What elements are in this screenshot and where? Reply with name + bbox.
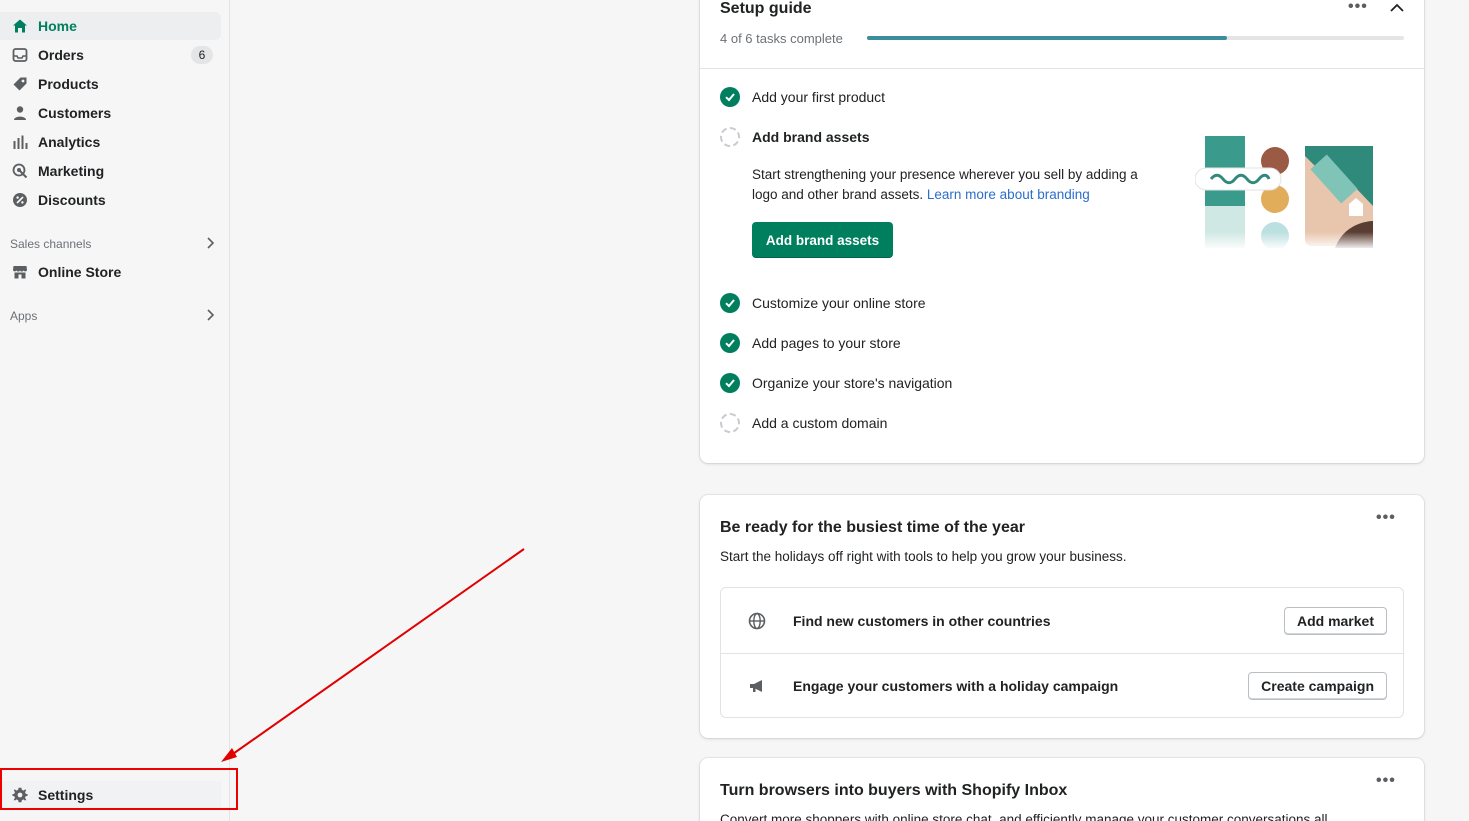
create-campaign-button[interactable]: Create campaign (1248, 671, 1387, 700)
sales-channels-label: Sales channels (10, 237, 92, 251)
chevron-right-icon (205, 308, 215, 324)
bar-chart-icon (12, 134, 28, 150)
sidebar-item-label: Home (38, 18, 77, 34)
more-actions-icon[interactable]: ••• (1376, 772, 1396, 790)
checkmark-icon (720, 293, 740, 313)
apps-header[interactable]: Apps (10, 306, 215, 326)
learn-more-branding-link[interactable]: Learn more about branding (927, 187, 1090, 202)
sales-channels-header[interactable]: Sales channels (10, 234, 215, 254)
sidebar-item-label: Discounts (38, 192, 106, 208)
sidebar-item-home[interactable]: Home (0, 12, 221, 40)
more-actions-icon[interactable]: ••• (1376, 509, 1396, 527)
add-market-button[interactable]: Add market (1283, 606, 1387, 635)
target-icon (12, 163, 28, 179)
sidebar-item-label: Customers (38, 105, 112, 121)
checkmark-icon (720, 87, 740, 107)
list-item: Engage your customers with a holiday cam… (721, 653, 1403, 718)
progress-text: 4 of 6 tasks complete (720, 31, 843, 46)
setup-guide-title: Setup guide (720, 0, 812, 17)
apps-label: Apps (10, 309, 38, 323)
inbox-card: Turn browsers into buyers with Shopify I… (700, 758, 1424, 821)
row-label: Engage your customers with a holiday cam… (793, 677, 1119, 694)
home-icon (12, 18, 28, 34)
sidebar-item-orders[interactable]: Orders 6 (0, 41, 221, 69)
setup-guide-card: Setup guide ••• 4 of 6 tasks complete Ad… (700, 0, 1424, 463)
megaphone-icon (747, 676, 767, 696)
task-label: Customize your online store (752, 295, 926, 311)
holiday-card: Be ready for the busiest time of the yea… (700, 495, 1424, 738)
incomplete-circle-icon (720, 127, 740, 147)
inbox-card-title: Turn browsers into buyers with Shopify I… (720, 782, 1068, 799)
sidebar-item-marketing[interactable]: Marketing (0, 157, 221, 185)
brand-assets-description: Start strengthening your presence wherev… (752, 165, 1162, 205)
holiday-actions-list: Find new customers in other countries Ad… (720, 587, 1404, 718)
progress-bar (867, 36, 1404, 40)
task-label: Add a custom domain (752, 415, 888, 431)
sidebar-item-label: Orders (38, 47, 84, 63)
holiday-card-title: Be ready for the busiest time of the yea… (720, 519, 1025, 536)
task-add-pages[interactable]: Add pages to your store (720, 332, 901, 354)
sidebar-item-online-store[interactable]: Online Store (0, 258, 221, 286)
sidebar-item-label: Online Store (38, 264, 122, 280)
row-label: Find new customers in other countries (793, 612, 1051, 629)
checkmark-icon (720, 333, 740, 353)
task-add-custom-domain[interactable]: Add a custom domain (720, 412, 887, 434)
task-label: Add your first product (752, 89, 886, 105)
task-label: Add brand assets (752, 129, 870, 145)
brand-assets-illustration (1195, 136, 1385, 248)
incomplete-circle-icon (720, 413, 740, 433)
orders-count-badge: 6 (191, 46, 213, 64)
orders-icon (12, 47, 28, 63)
chevron-up-icon[interactable] (1390, 0, 1404, 18)
inbox-card-text: Convert more shoppers with online store … (720, 812, 1328, 821)
sidebar-item-products[interactable]: Products (0, 70, 221, 98)
list-item: Find new customers in other countries Ad… (721, 588, 1403, 653)
sidebar-item-analytics[interactable]: Analytics (0, 128, 221, 156)
sidebar-item-customers[interactable]: Customers (0, 99, 221, 127)
task-label: Organize your store's navigation (752, 375, 953, 391)
sidebar-item-label: Analytics (38, 134, 101, 150)
checkmark-icon (720, 373, 740, 393)
task-label: Add pages to your store (752, 335, 901, 351)
sidebar-item-label: Products (38, 76, 99, 92)
sidebar-item-discounts[interactable]: Discounts (0, 186, 221, 214)
chevron-right-icon (205, 236, 215, 252)
progress-bar-fill (867, 36, 1227, 40)
add-brand-assets-button[interactable]: Add brand assets (752, 222, 893, 258)
divider (700, 68, 1424, 69)
person-icon (12, 105, 28, 121)
holiday-card-subtitle: Start the holidays off right with tools … (720, 549, 1127, 564)
tag-icon (12, 76, 28, 92)
task-customize-online-store[interactable]: Customize your online store (720, 292, 926, 314)
task-organize-navigation[interactable]: Organize your store's navigation (720, 372, 952, 394)
discount-icon (12, 192, 28, 208)
annotation-highlight-box (0, 768, 238, 810)
sidebar: Home Orders 6 Products Customers Analyti… (0, 0, 238, 821)
more-actions-icon[interactable]: ••• (1348, 0, 1368, 16)
task-add-first-product[interactable]: Add your first product (720, 86, 885, 108)
task-add-brand-assets[interactable]: Add brand assets (720, 126, 869, 148)
globe-icon (747, 611, 767, 631)
store-icon (12, 264, 28, 280)
sidebar-item-label: Marketing (38, 163, 105, 179)
